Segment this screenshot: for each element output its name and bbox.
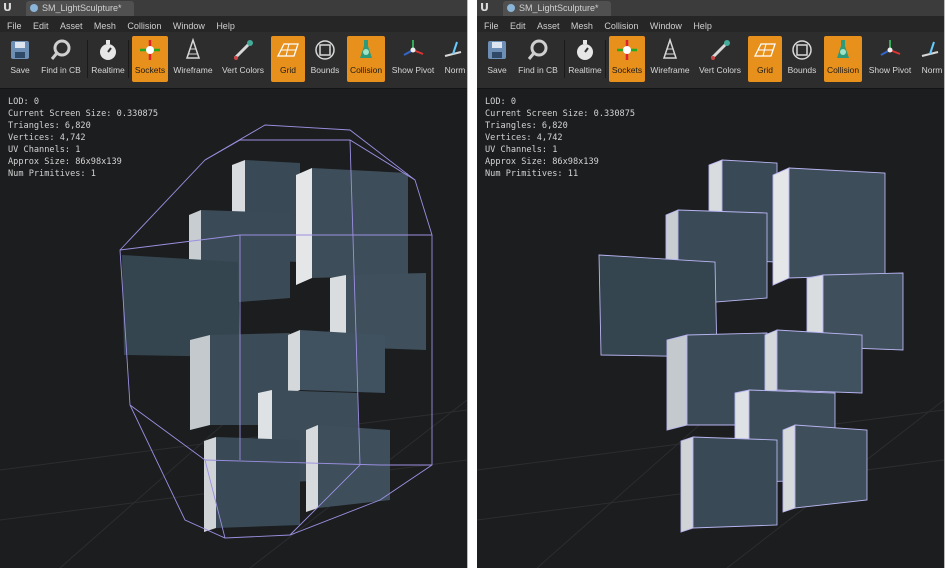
static-mesh-editor-right: U SM_LightSculpture* File Edit Asset Mes… (477, 0, 945, 568)
static-mesh-editor-left: U SM_LightSculpture* File Edit Asset Mes… (0, 0, 468, 568)
light-sculpture-mesh-with-box-collision (598, 159, 904, 533)
viewport-left[interactable] (0, 0, 467, 568)
viewport-right[interactable] (477, 0, 944, 568)
light-sculpture-mesh (122, 160, 426, 532)
